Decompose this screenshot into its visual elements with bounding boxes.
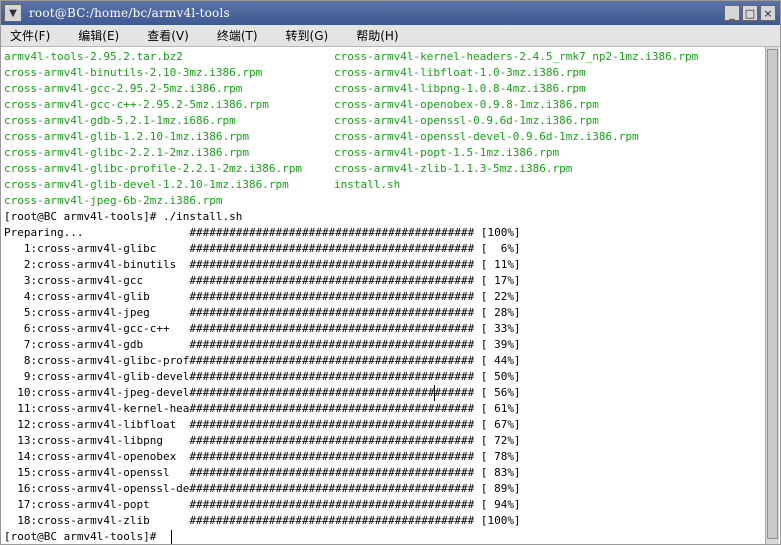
menu-view[interactable]: 查看(V)	[144, 26, 192, 45]
file-entry: cross-armv4l-gdb-5.2.1-1mz.i686.rpm	[4, 114, 236, 127]
file-entry: cross-armv4l-glib-1.2.10-1mz.i386.rpm	[4, 130, 250, 143]
install-progress-line: 12:cross-armv4l-libfloat ###############…	[4, 418, 521, 431]
file-entry: armv4l-tools-2.95.2.tar.bz2	[4, 50, 183, 63]
vertical-scrollbar[interactable]	[765, 47, 779, 544]
file-entry: cross-armv4l-glibc-2.2.1-2mz.i386.rpm	[4, 146, 250, 159]
install-command-line: [root@BC armv4l-tools]# ./install.sh	[4, 210, 243, 223]
menu-file[interactable]: 文件(F)	[7, 26, 53, 45]
install-progress-line: 6:cross-armv4l-gcc-c++ #################…	[4, 322, 521, 335]
install-progress-line: 1:cross-armv4l-glibc ###################…	[4, 242, 521, 255]
shell-prompt: [root@BC armv4l-tools]#	[4, 530, 163, 543]
menu-edit[interactable]: 编辑(E)	[75, 26, 122, 45]
close-button[interactable]: ×	[760, 5, 776, 21]
file-entry: cross-armv4l-openssl-devel-0.9.6d-1mz.i3…	[334, 130, 639, 143]
file-entry: cross-armv4l-openobex-0.9.8-1mz.i386.rpm	[334, 98, 599, 111]
install-progress-line: 13:cross-armv4l-libpng #################…	[4, 434, 521, 447]
file-entry: cross-armv4l-libfloat-1.0-3mz.i386.rpm	[334, 66, 586, 79]
install-progress-line: 15:cross-armv4l-openssl ################…	[4, 466, 521, 479]
file-entry: cross-armv4l-zlib-1.1.3-5mz.i386.rpm	[334, 162, 573, 175]
file-entry: cross-armv4l-glibc-profile-2.2.1-2mz.i38…	[4, 162, 303, 175]
mouse-ibeam-cursor	[434, 385, 435, 401]
text-cursor	[171, 530, 172, 544]
scrollbar-thumb[interactable]	[767, 49, 778, 539]
terminal-output[interactable]: armv4l-tools-2.95.2.tar.bz2 cross-armv4l…	[1, 47, 766, 544]
install-progress-line: 11:cross-armv4l-kernel-hea##############…	[4, 402, 521, 415]
install-progress-line: 10:cross-armv4l-jpeg-devel##############…	[4, 386, 521, 399]
install-progress-line: 9:cross-armv4l-glib-devel###############…	[4, 370, 521, 383]
title-bar[interactable]: ▼ root@BC:/home/bc/armv4l-tools _ □ ×	[1, 1, 780, 25]
file-entry: cross-armv4l-gcc-2.95.2-5mz.i386.rpm	[4, 82, 243, 95]
window-menu-icon[interactable]: ▼	[4, 4, 22, 22]
menu-bar: 文件(F) 编辑(E) 查看(V) 终端(T) 转到(G) 帮助(H)	[1, 25, 780, 47]
window-title: root@BC:/home/bc/armv4l-tools	[29, 6, 230, 20]
file-entry: cross-armv4l-jpeg-6b-2mz.i386.rpm	[4, 194, 223, 207]
file-entry: cross-armv4l-kernel-headers-2.4.5_rmk7_n…	[334, 50, 699, 63]
install-progress-line: 8:cross-armv4l-glibc-prof###############…	[4, 354, 521, 367]
install-progress-line: 2:cross-armv4l-binutils ################…	[4, 258, 521, 271]
maximize-button[interactable]: □	[742, 5, 758, 21]
window-controls: _ □ ×	[724, 5, 776, 21]
file-entry: cross-armv4l-popt-1.5-1mz.i386.rpm	[334, 146, 560, 159]
install-progress-line: 7:cross-armv4l-gdb #####################…	[4, 338, 521, 351]
menu-help[interactable]: 帮助(H)	[353, 26, 401, 45]
install-progress-line: 17:cross-armv4l-popt ###################…	[4, 498, 521, 511]
menu-goto[interactable]: 转到(G)	[283, 26, 332, 45]
install-progress-line: 5:cross-armv4l-jpeg ####################…	[4, 306, 521, 319]
file-entry: cross-armv4l-libpng-1.0.8-4mz.i386.rpm	[334, 82, 586, 95]
file-entry: cross-armv4l-gcc-c++-2.95.2-5mz.i386.rpm	[4, 98, 269, 111]
file-entry: cross-armv4l-binutils-2.10-3mz.i386.rpm	[4, 66, 263, 79]
install-progress-line: Preparing... ###########################…	[4, 226, 521, 239]
install-progress-line: 14:cross-armv4l-openobex ###############…	[4, 450, 521, 463]
terminal-window: ▼ root@BC:/home/bc/armv4l-tools _ □ × 文件…	[0, 0, 781, 545]
install-progress-line: 18:cross-armv4l-zlib ###################…	[4, 514, 521, 527]
file-entry: install.sh	[334, 178, 401, 191]
minimize-button[interactable]: _	[724, 5, 740, 21]
install-progress-line: 16:cross-armv4l-openssl-de##############…	[4, 482, 521, 495]
install-progress-line: 3:cross-armv4l-gcc #####################…	[4, 274, 521, 287]
menu-terminal[interactable]: 终端(T)	[214, 26, 261, 45]
file-entry: cross-armv4l-openssl-0.9.6d-1mz.i386.rpm	[334, 114, 599, 127]
install-progress-line: 4:cross-armv4l-glib ####################…	[4, 290, 521, 303]
file-entry: cross-armv4l-glib-devel-1.2.10-1mz.i386.…	[4, 178, 289, 191]
